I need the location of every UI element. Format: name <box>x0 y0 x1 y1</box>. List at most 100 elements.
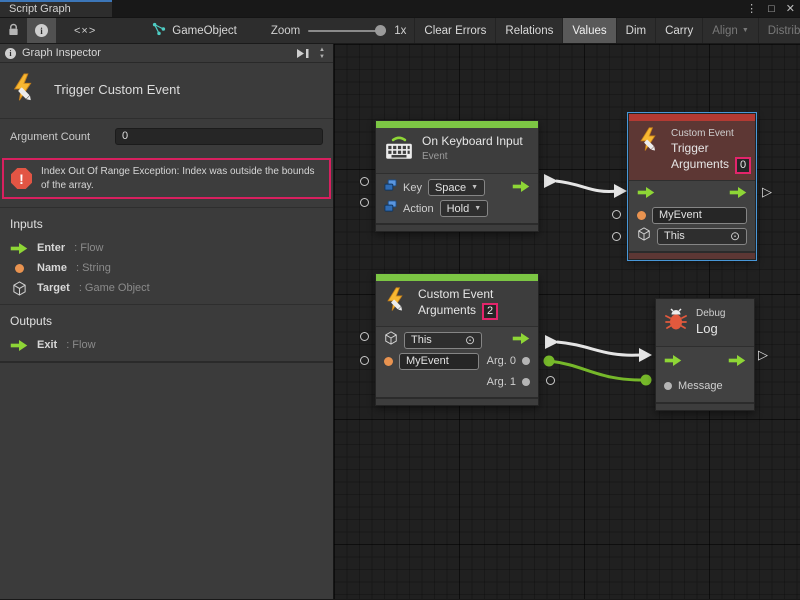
inspector-toggle-button[interactable]: i <box>27 18 56 43</box>
chevron-up-icon: ▲ <box>319 47 325 53</box>
receiver-arg1-ext-port[interactable] <box>546 376 555 385</box>
zoom-value: 1x <box>394 25 406 37</box>
message-input-port[interactable] <box>664 382 672 390</box>
node-kind: Custom Event <box>671 127 751 141</box>
align-button[interactable]: Align▼ <box>702 18 758 43</box>
unit-title: Trigger Custom Event <box>54 82 180 97</box>
node-status-bar <box>376 121 538 128</box>
cube-icon[interactable] <box>384 331 398 350</box>
clear-errors-button[interactable]: Clear Errors <box>414 18 495 43</box>
dock-panel-icon[interactable] <box>296 48 310 59</box>
gameobject-reference[interactable]: GameObject <box>142 18 247 43</box>
trigger-name-ext-port[interactable] <box>612 210 621 219</box>
target-dropdown[interactable]: This ⊙ <box>657 228 747 245</box>
flow-output-port[interactable] <box>729 185 747 203</box>
trigger-continue-icon[interactable]: ▷ <box>762 185 772 198</box>
node-custom-event[interactable]: Custom Event Arguments 2 This ⊙ <box>375 273 539 406</box>
outputs-title: Outputs <box>0 305 333 335</box>
port-row-target: Target : Game Object <box>0 278 333 298</box>
lock-button[interactable] <box>0 18 27 43</box>
keyboard-icon <box>384 134 414 167</box>
key-dropdown[interactable]: Space ▼ <box>428 179 485 196</box>
port-row-exit: Exit : Flow <box>0 335 333 355</box>
arguments-count-badge[interactable]: 0 <box>735 157 751 174</box>
node-title: Log <box>696 321 725 338</box>
debug-continue-icon[interactable]: ▷ <box>758 348 768 361</box>
keyboard-key-ext-port[interactable] <box>360 177 369 186</box>
dim-button[interactable]: Dim <box>616 18 655 43</box>
zoom-slider[interactable] <box>308 30 386 32</box>
arg1-output-port[interactable] <box>522 378 530 386</box>
graph-canvas[interactable]: On Keyboard Input Event Key Space ▼ <box>334 44 800 599</box>
unit-title-row: Trigger Custom Event <box>0 63 333 119</box>
carry-button[interactable]: Carry <box>655 18 702 43</box>
node-trigger-custom-event[interactable]: Custom Event Trigger Arguments 0 <box>628 113 756 260</box>
node-debug-log[interactable]: Debug Log Message <box>655 298 755 411</box>
arg1-label: Arg. 1 <box>487 376 516 388</box>
flow-arrow-icon <box>10 243 28 254</box>
chevron-down-icon: ▼ <box>471 184 478 191</box>
values-button[interactable]: Values <box>562 18 615 43</box>
node-footer <box>629 251 755 259</box>
zoom-slider-handle[interactable] <box>375 25 386 36</box>
receiver-target-ext-port[interactable] <box>360 332 369 341</box>
gameobject-icon <box>152 22 166 39</box>
chevron-down-icon: ▼ <box>474 205 481 212</box>
target-picker-icon[interactable]: ⊙ <box>465 333 475 347</box>
node-kind: Debug <box>696 307 725 321</box>
code-view-button[interactable]: <×> <box>56 18 114 43</box>
inputs-title: Inputs <box>0 208 333 238</box>
distribute-button[interactable]: Distribute▼ <box>758 18 800 43</box>
zoom-label: Zoom <box>271 25 300 37</box>
cube-icon[interactable] <box>637 227 651 246</box>
flow-output-port[interactable] <box>728 353 746 371</box>
flow-input-port[interactable] <box>637 185 655 203</box>
key-label: Key <box>403 182 422 194</box>
node-subtitle: Event <box>422 150 523 163</box>
inspector-header: i Graph Inspector ▲ ▼ <box>0 44 333 63</box>
port-row-enter: Enter : Flow <box>0 238 333 258</box>
flow-output-port[interactable] <box>512 179 530 197</box>
node-on-keyboard-input[interactable]: On Keyboard Input Event Key Space ▼ <box>375 120 539 232</box>
tab-script-graph[interactable]: Script Graph <box>0 0 112 17</box>
wire-keyboard-to-trigger <box>544 174 627 198</box>
menu-icon[interactable]: ⋮ <box>746 2 757 15</box>
receiver-name-ext-port[interactable] <box>360 356 369 365</box>
keyboard-action-ext-port[interactable] <box>360 198 369 207</box>
argument-count-input[interactable]: 0 <box>115 128 323 145</box>
target-picker-icon[interactable]: ⊙ <box>730 229 740 243</box>
action-label: Action <box>403 203 434 215</box>
node-status-bar <box>376 274 538 281</box>
info-icon: i <box>5 48 16 59</box>
node-kind: Custom Event <box>418 287 498 303</box>
script-graph-window: Script Graph ⋮ □ ✕ i <×> GameObject Zoom <box>0 0 800 600</box>
keycode-icon <box>384 179 397 197</box>
wire-receiver-to-debug <box>545 335 652 362</box>
arg0-output-port[interactable] <box>522 357 530 365</box>
relations-button[interactable]: Relations <box>495 18 562 43</box>
action-dropdown[interactable]: Hold ▼ <box>440 200 489 217</box>
graph-inspector-panel: i Graph Inspector ▲ ▼ Trigger Custom <box>0 44 334 599</box>
event-name-input[interactable]: MyEvent <box>399 353 479 370</box>
event-name-input[interactable]: MyEvent <box>652 207 747 224</box>
custom-event-icon <box>637 127 663 158</box>
trigger-target-ext-port[interactable] <box>612 232 621 241</box>
message-label: Message <box>678 380 723 392</box>
flow-output-port[interactable] <box>512 331 530 349</box>
node-status-bar <box>629 114 755 121</box>
flow-input-port[interactable] <box>664 353 682 371</box>
chevron-down-icon: ▼ <box>742 27 749 34</box>
node-title-line2: Arguments <box>418 303 476 319</box>
arg0-label: Arg. 0 <box>487 355 516 367</box>
maximize-icon[interactable]: □ <box>768 3 775 15</box>
close-icon[interactable]: ✕ <box>786 2 795 15</box>
wire-arg0-to-message <box>544 356 652 386</box>
string-port-icon[interactable] <box>637 211 646 220</box>
node-footer <box>376 223 538 231</box>
node-title-line1: Trigger <box>671 141 751 157</box>
target-dropdown[interactable]: This ⊙ <box>404 332 482 349</box>
panel-spinner[interactable]: ▲ ▼ <box>316 47 328 60</box>
inputs-section: Inputs Enter : Flow Name : String Target… <box>0 207 333 304</box>
arguments-count-badge[interactable]: 2 <box>482 303 498 320</box>
string-port-icon[interactable] <box>384 357 393 366</box>
